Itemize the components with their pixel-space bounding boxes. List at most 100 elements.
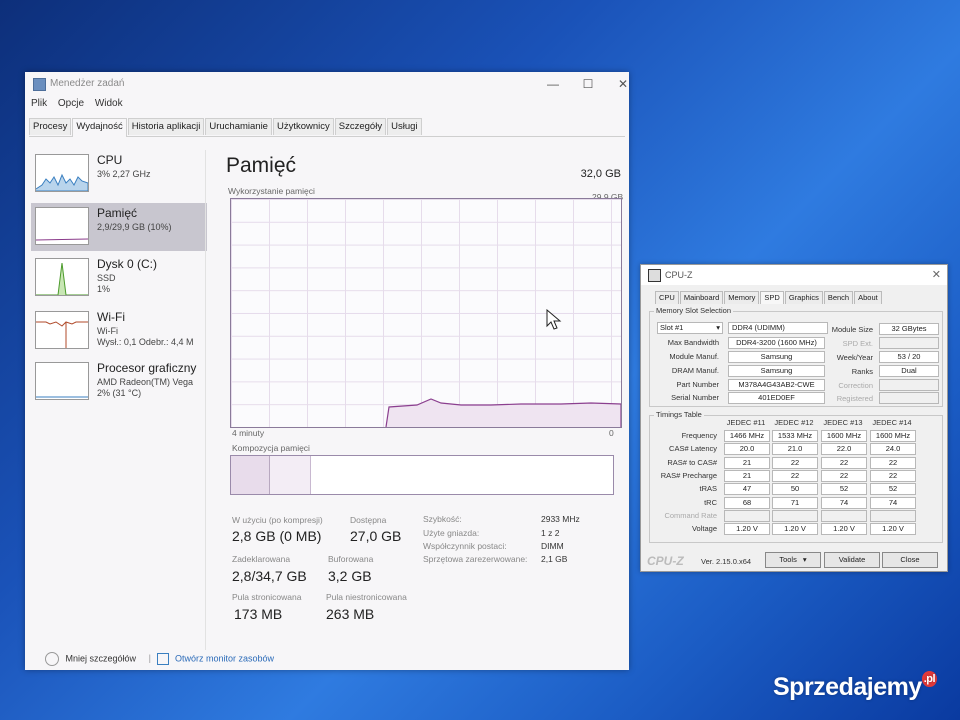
field-label: SPD Ext. bbox=[842, 339, 873, 348]
nonpaged-pool-value: 263 MB bbox=[326, 606, 375, 622]
cpuz-tab-memory[interactable]: Memory bbox=[724, 291, 760, 304]
tab-performance[interactable]: Wydajność bbox=[72, 118, 127, 137]
nonpaged-pool-label: Pula niestronicowana bbox=[326, 592, 407, 602]
timing-row-label: tRC bbox=[704, 497, 717, 507]
timing-cell: 1533 MHz bbox=[772, 430, 818, 442]
timing-col-header: JEDEC #14 bbox=[872, 418, 912, 427]
slots-value: 1 z 2 bbox=[541, 528, 560, 538]
tab-services[interactable]: Usługi bbox=[387, 118, 422, 135]
sidebar-label: Wi-Fi bbox=[97, 310, 125, 324]
menu-opcje[interactable]: Opcje bbox=[58, 98, 84, 109]
sidebar-item-disk[interactable]: Dysk 0 (C:) SSD 1% bbox=[31, 254, 207, 302]
maximize-button[interactable]: ☐ bbox=[573, 74, 603, 94]
ranks-field: Dual bbox=[879, 365, 939, 377]
cpuz-close-icon[interactable]: ✕ bbox=[932, 268, 941, 281]
timing-col-header: JEDEC #13 bbox=[823, 418, 863, 427]
cpu-thumbnail-graph bbox=[35, 154, 89, 192]
timing-cell: 52 bbox=[821, 483, 867, 496]
time-axis-label: 4 minuty bbox=[232, 428, 265, 438]
committed-value: 2,8/34,7 GB bbox=[232, 568, 307, 584]
sidebar-item-memory[interactable]: Pamięć 2,9/29,9 GB (10%) bbox=[31, 203, 207, 251]
fewer-details-link[interactable]: Mniej szczegółów bbox=[66, 653, 137, 663]
cpuz-brand: CPU-Z bbox=[647, 554, 684, 568]
tab-details[interactable]: Szczegóły bbox=[334, 118, 387, 135]
minimize-button[interactable]: — bbox=[538, 74, 568, 94]
group-label: Memory Slot Selection bbox=[654, 306, 734, 315]
tab-processes[interactable]: Procesy bbox=[29, 118, 72, 135]
cpuz-logo-icon bbox=[648, 269, 661, 282]
module-size-field: 32 GBytes bbox=[879, 323, 939, 335]
timing-cell: 22 bbox=[772, 469, 818, 482]
sidebar-sub: AMD Radeon(TM) Vega bbox=[97, 377, 194, 387]
tab-users[interactable]: Użytkownicy bbox=[272, 118, 334, 135]
chevron-up-icon bbox=[45, 652, 59, 666]
reserved-value: 2,1 GB bbox=[541, 554, 568, 564]
speed-value: 2933 MHz bbox=[541, 514, 580, 524]
cpuz-tab-bench[interactable]: Bench bbox=[823, 291, 854, 304]
dram-manuf-field: Samsung bbox=[728, 365, 825, 377]
composition-label: Kompozycja pamięci bbox=[232, 443, 310, 453]
timing-row-label: Command Rate bbox=[664, 510, 717, 520]
timing-cell: 52 bbox=[870, 483, 916, 496]
close-button[interactable]: ✕ bbox=[608, 74, 638, 94]
watermark: Sprzedajemy .pl bbox=[773, 671, 938, 702]
sidebar-item-gpu[interactable]: Procesor graficzny AMD Radeon(TM) Vega 2… bbox=[31, 358, 207, 406]
window-title: Menedżer zadań bbox=[50, 78, 125, 89]
timing-row-label: RAS# to CAS# bbox=[667, 457, 717, 467]
sidebar-sub: SSD bbox=[97, 273, 116, 283]
cpuz-tab-graphics[interactable]: Graphics bbox=[784, 291, 823, 304]
field-label: Part Number bbox=[676, 380, 719, 389]
timing-cell: 71 bbox=[772, 496, 818, 509]
resource-monitor-icon bbox=[157, 653, 170, 665]
in-use-label: W użyciu (po kompresji) bbox=[232, 515, 323, 525]
timing-cell: 47 bbox=[724, 483, 770, 496]
divider: | bbox=[148, 653, 151, 664]
cpuz-tab-about[interactable]: About bbox=[854, 291, 882, 304]
cpuz-tab-spd[interactable]: SPD bbox=[760, 291, 784, 304]
cpuz-tab-strip: CPU Mainboard Memory SPD Graphics Bench … bbox=[655, 291, 883, 304]
menu-plik[interactable]: Plik bbox=[31, 98, 47, 109]
max-bandwidth-field: DDR4-3200 (1600 MHz) bbox=[728, 337, 825, 349]
open-resource-monitor-link[interactable]: Otwórz monitor zasobów bbox=[175, 653, 274, 663]
sidebar-label: CPU bbox=[97, 153, 123, 167]
group-label: Timings Table bbox=[654, 410, 704, 419]
task-manager-icon bbox=[33, 78, 46, 91]
correction-field bbox=[879, 379, 939, 391]
cached-label: Buforowana bbox=[328, 554, 374, 564]
mouse-cursor-icon bbox=[546, 309, 562, 330]
registered-field bbox=[879, 392, 939, 404]
timing-row-label: CAS# Latency bbox=[669, 444, 717, 454]
paged-pool-value: 173 MB bbox=[234, 606, 283, 622]
form-factor-value: DIMM bbox=[541, 541, 564, 551]
menu-widok[interactable]: Widok bbox=[95, 98, 123, 109]
watermark-suffix: .pl bbox=[921, 671, 938, 687]
close-button[interactable]: Close bbox=[882, 552, 938, 568]
sidebar-label: Dysk 0 (C:) bbox=[97, 257, 157, 271]
watermark-text: Sprzedajemy bbox=[773, 673, 922, 701]
tools-button[interactable]: Tools ▾ bbox=[765, 552, 821, 568]
timing-cell: 22 bbox=[821, 469, 867, 482]
cpuz-tab-mainboard[interactable]: Mainboard bbox=[679, 291, 724, 304]
gpu-thumbnail-graph bbox=[35, 362, 89, 400]
field-label: Max Bandwidth bbox=[667, 338, 719, 347]
field-label: Module Manuf. bbox=[669, 352, 719, 361]
timing-col-header: JEDEC #12 bbox=[774, 418, 814, 427]
sidebar-item-cpu[interactable]: CPU 3% 2,27 GHz bbox=[31, 150, 207, 198]
slot-select-value: Slot #1 bbox=[660, 323, 684, 332]
menu-bar: Plik Opcje Widok bbox=[31, 98, 131, 114]
timing-cell bbox=[821, 509, 867, 522]
cached-value: 3,2 GB bbox=[328, 568, 372, 584]
field-label: Week/Year bbox=[836, 353, 873, 362]
sidebar-item-wifi[interactable]: Wi-Fi Wi-Fi Wysł.: 0,1 Odebr.: 4,4 M bbox=[31, 307, 207, 355]
cpuz-tab-cpu[interactable]: CPU bbox=[655, 291, 679, 304]
cpuz-title-bar: CPU-Z ✕ bbox=[641, 265, 947, 285]
wifi-thumbnail-graph bbox=[35, 311, 89, 349]
footer: Mniej szczegółów | Otwórz monitor zasobó… bbox=[45, 652, 274, 666]
slots-label: Użyte gniazda: bbox=[423, 528, 480, 538]
sidebar-sub: 1% bbox=[97, 284, 111, 294]
validate-button[interactable]: Validate bbox=[824, 552, 880, 568]
slot-select[interactable]: Slot #1 ▾ bbox=[657, 322, 723, 334]
tab-app-history[interactable]: Historia aplikacji bbox=[127, 118, 205, 135]
tab-startup[interactable]: Uruchamianie bbox=[205, 118, 272, 135]
timing-cell: 1.20 V bbox=[724, 523, 770, 536]
